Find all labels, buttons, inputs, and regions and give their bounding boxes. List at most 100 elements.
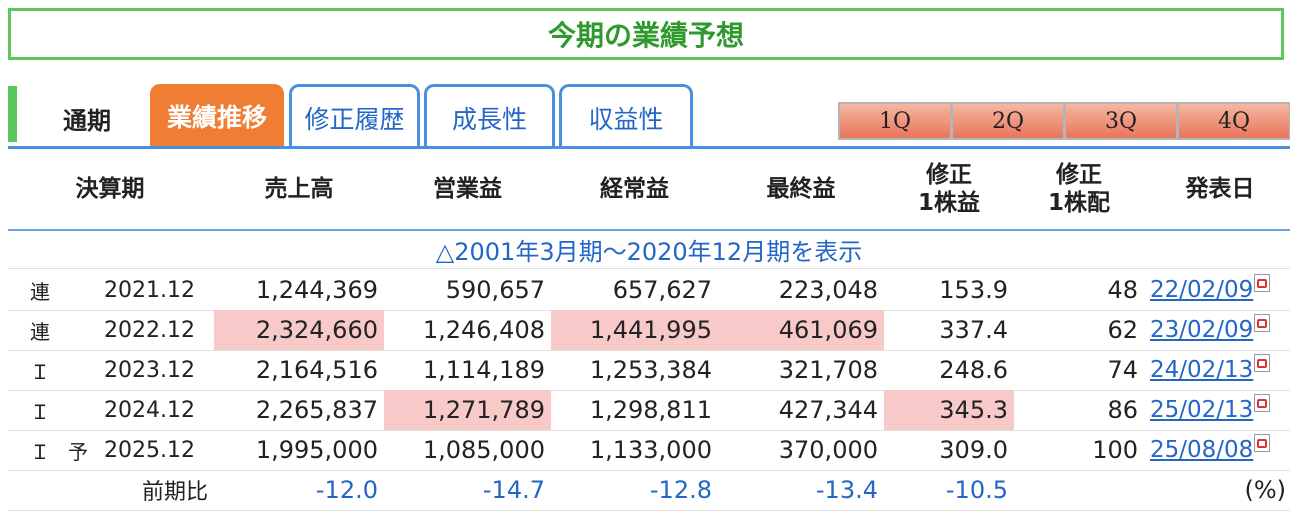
row-dividend: 74 bbox=[1107, 356, 1138, 384]
row-type: 連 bbox=[30, 319, 50, 344]
row-date-link[interactable]: 24/02/13 bbox=[1150, 357, 1253, 383]
header-eps-line1: 修正 bbox=[925, 162, 972, 188]
comparison-operating: -14.7 bbox=[482, 476, 545, 504]
row-date-cell: 22/02/09 bbox=[1150, 270, 1290, 310]
row-net: 223,048 bbox=[778, 276, 878, 304]
row-period: 2024.12 bbox=[104, 397, 195, 423]
table-row: 連 2021.12 1,244,369 590,657 657,627 223,… bbox=[0, 270, 1298, 310]
header-dividend: 修正 1株配 bbox=[1014, 150, 1144, 228]
row-forecast-mark bbox=[68, 310, 98, 350]
row-forecast-mark bbox=[68, 390, 98, 430]
table-row: Ｉ 予 2025.12 1,995,000 1,085,000 1,133,00… bbox=[0, 430, 1298, 470]
header-period: 決算期 bbox=[75, 176, 145, 202]
header-ordinary: 経常益 bbox=[600, 176, 669, 202]
header-div-line1: 修正 bbox=[1055, 162, 1102, 188]
row-period: 2025.12 bbox=[104, 437, 195, 463]
row-type: Ｉ bbox=[30, 399, 50, 424]
row-period: 2022.12 bbox=[104, 317, 195, 343]
comparison-net: -13.4 bbox=[815, 476, 878, 504]
row-date-link[interactable]: 25/02/13 bbox=[1150, 397, 1253, 423]
row-ordinary: 1,298,811 bbox=[589, 396, 712, 424]
row-date-link[interactable]: 22/02/09 bbox=[1150, 277, 1253, 303]
pdf-icon[interactable] bbox=[1254, 274, 1271, 292]
row-ordinary: 1,253,384 bbox=[589, 356, 712, 384]
row-operating: 590,657 bbox=[445, 276, 545, 304]
tab-profitability[interactable]: 収益性 bbox=[559, 84, 693, 148]
row-period: 2021.12 bbox=[104, 277, 195, 303]
tab-revision-history[interactable]: 修正履歴 bbox=[289, 84, 420, 148]
row-type: 連 bbox=[30, 279, 50, 304]
header-operating: 営業益 bbox=[433, 176, 502, 202]
row-separator bbox=[8, 268, 1290, 269]
pdf-icon[interactable] bbox=[1254, 314, 1271, 332]
row-net: 427,344 bbox=[778, 396, 878, 424]
row-eps: 153.9 bbox=[939, 276, 1008, 304]
row-ordinary: 657,627 bbox=[612, 276, 712, 304]
header-net: 最終益 bbox=[766, 176, 836, 202]
row-separator bbox=[8, 510, 1290, 511]
row-eps: 345.3 bbox=[884, 390, 1014, 430]
row-date-link[interactable]: 23/02/09 bbox=[1150, 317, 1253, 343]
tab-label-annual: 通期 bbox=[63, 106, 111, 135]
row-sales: 1,244,369 bbox=[255, 276, 378, 304]
comparison-sales: -12.0 bbox=[315, 476, 378, 504]
row-eps: 248.6 bbox=[939, 356, 1008, 384]
row-type: Ｉ bbox=[30, 359, 50, 384]
header-div-line2: 1株配 bbox=[1047, 190, 1110, 216]
comparison-label: 前期比 bbox=[141, 480, 208, 505]
row-operating: 1,246,408 bbox=[422, 316, 545, 344]
comparison-unit: (%) bbox=[1244, 476, 1286, 504]
row-sales: 2,265,837 bbox=[255, 396, 378, 424]
table-row: 連 2022.12 2,324,660 1,246,408 1,441,995 … bbox=[0, 310, 1298, 350]
pdf-icon[interactable] bbox=[1254, 394, 1271, 412]
row-operating: 1,271,789 bbox=[384, 390, 551, 430]
row-period: 2023.12 bbox=[104, 357, 195, 383]
table-row: Ｉ 2023.12 2,164,516 1,114,189 1,253,384 … bbox=[0, 350, 1298, 390]
comparison-ordinary: -12.8 bbox=[649, 476, 712, 504]
comparison-row: 前期比 -12.0 -14.7 -12.8 -13.4 -10.5 (%) bbox=[0, 470, 1298, 510]
row-net: 461,069 bbox=[718, 310, 884, 350]
row-type: Ｉ bbox=[30, 439, 50, 464]
expand-history-row: △2001年3月期〜2020年12月期を表示 bbox=[0, 231, 1298, 267]
row-net: 321,708 bbox=[778, 356, 878, 384]
row-dividend: 86 bbox=[1107, 396, 1138, 424]
row-sales: 1,995,000 bbox=[255, 436, 378, 464]
row-sales: 2,164,516 bbox=[255, 356, 378, 384]
row-eps: 309.0 bbox=[939, 436, 1008, 464]
quarter-button-2q[interactable]: 2Q bbox=[951, 102, 1064, 140]
row-date-link[interactable]: 25/08/08 bbox=[1150, 437, 1253, 463]
pdf-icon[interactable] bbox=[1254, 434, 1271, 452]
row-ordinary: 1,441,995 bbox=[551, 310, 718, 350]
row-date-cell: 24/02/13 bbox=[1150, 350, 1290, 390]
row-dividend: 100 bbox=[1092, 436, 1138, 464]
table-header: 決算期 売上高 営業益 経常益 最終益 修正 1株益 修正 1株配 発表日 bbox=[0, 150, 1298, 228]
quarter-button-1q[interactable]: 1Q bbox=[838, 102, 951, 140]
pdf-icon[interactable] bbox=[1254, 354, 1271, 372]
quarter-buttons: 1Q 2Q 3Q 4Q bbox=[838, 102, 1290, 140]
header-date: 発表日 bbox=[1185, 176, 1255, 202]
tab-underline bbox=[8, 146, 1290, 149]
row-date-cell: 23/02/09 bbox=[1150, 310, 1290, 350]
row-date-cell: 25/08/08 bbox=[1150, 430, 1290, 470]
row-operating: 1,114,189 bbox=[422, 356, 545, 384]
table-row: Ｉ 2024.12 2,265,837 1,271,789 1,298,811 … bbox=[0, 390, 1298, 430]
tab-growth[interactable]: 成長性 bbox=[424, 84, 555, 148]
row-sales: 2,324,660 bbox=[214, 310, 384, 350]
row-dividend: 62 bbox=[1107, 316, 1138, 344]
row-operating: 1,085,000 bbox=[422, 436, 545, 464]
quarter-button-3q[interactable]: 3Q bbox=[1064, 102, 1177, 140]
tab-performance-history[interactable]: 業績推移 bbox=[150, 84, 284, 148]
header-eps-line2: 1株益 bbox=[917, 190, 980, 216]
row-date-cell: 25/02/13 bbox=[1150, 390, 1290, 430]
row-dividend: 48 bbox=[1107, 276, 1138, 304]
quarter-button-4q[interactable]: 4Q bbox=[1177, 102, 1290, 140]
row-net: 370,000 bbox=[778, 436, 878, 464]
expand-history-link[interactable]: △2001年3月期〜2020年12月期を表示 bbox=[436, 232, 862, 267]
row-forecast-mark bbox=[68, 350, 98, 390]
comparison-eps: -10.5 bbox=[945, 476, 1008, 504]
row-forecast-mark bbox=[68, 270, 98, 310]
row-forecast-mark: 予 bbox=[68, 439, 88, 464]
header-sales: 売上高 bbox=[264, 176, 334, 202]
green-accent-bar bbox=[8, 86, 17, 142]
header-eps: 修正 1株益 bbox=[884, 150, 1014, 228]
